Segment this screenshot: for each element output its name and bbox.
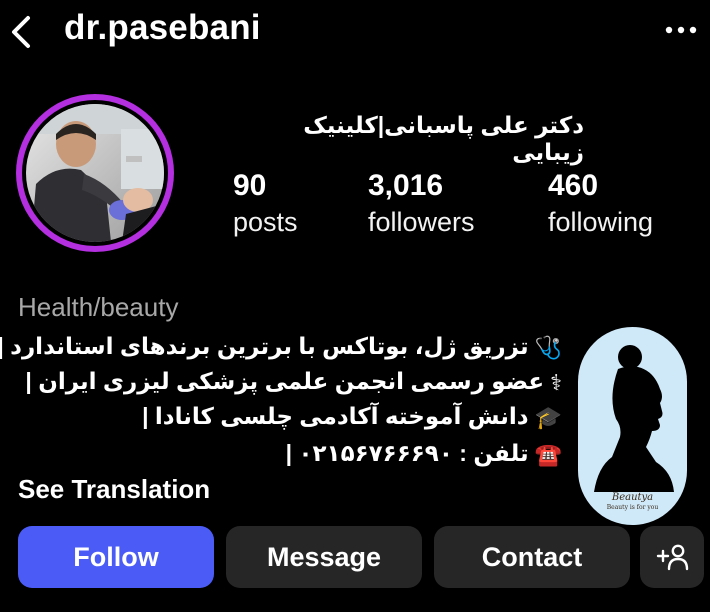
posts-label: posts [233,207,298,237]
chevron-left-icon [12,16,30,48]
display-name: دکتر علی پاسبانی|کلینیک زیبایی [303,112,584,165]
profile-username: dr.pasebani [64,8,261,47]
bio-text: دانش آموخته آکادمی چلسی کانادا | [142,403,529,429]
posts-count: 90 [233,169,267,202]
see-translation-link[interactable]: See Translation [18,474,210,505]
bio-text: عضو رسمی انجمن علمی پزشکی لیزری ایران | [25,368,545,394]
follow-button[interactable]: Follow [18,526,214,588]
bio-line: 🩺تزریق ژل، بوتاکس با برترین برندهای استا… [0,333,562,361]
followers-count: 3,016 [368,169,444,202]
profile-category: Health/beauty [18,292,179,322]
bio-line: ☎️تلفن : ۰۲۱۵۶۷۶۶۶۹۰ | [286,440,562,468]
story-highlight[interactable]: Beautya Beauty is for you [578,327,687,525]
avatar [26,104,164,242]
followers-stat[interactable]: 3,016 followers [368,168,475,240]
medical-symbol-icon: ⚕ [550,369,562,395]
stethoscope-icon: 🩺 [534,334,562,360]
telephone-icon: ☎️ [534,441,562,467]
story-ring[interactable] [16,94,174,252]
bio-text: تلفن : ۰۲۱۵۶۷۶۶۶۹۰ | [285,440,529,466]
bio-line: ⚕عضو رسمی انجمن علمی پزشکی لیزری ایران | [25,368,562,396]
message-button[interactable]: Message [226,526,422,588]
following-stat[interactable]: 460 following [548,168,653,240]
posts-stat[interactable]: 90 posts [233,168,298,240]
bio-line: 🎓دانش آموخته آکادمی چلسی کانادا | [142,403,562,431]
following-label: following [548,207,654,237]
graduation-cap-icon: 🎓 [534,404,562,430]
suggest-users-button[interactable] [640,526,704,588]
bio-text: تزریق ژل، بوتاکس با برترین برندهای استان… [0,333,529,359]
highlight-title: Beautya [611,492,654,503]
profile-header: dr.pasebani [0,0,710,64]
back-button[interactable] [6,12,40,52]
more-options-button[interactable] [664,20,698,40]
more-horizontal-icon [665,26,697,34]
followers-label: followers [368,207,475,237]
following-count: 460 [548,169,599,202]
add-person-icon [656,544,689,571]
highlight-subtitle: Beauty is for you [606,504,659,511]
contact-button[interactable]: Contact [434,526,630,588]
